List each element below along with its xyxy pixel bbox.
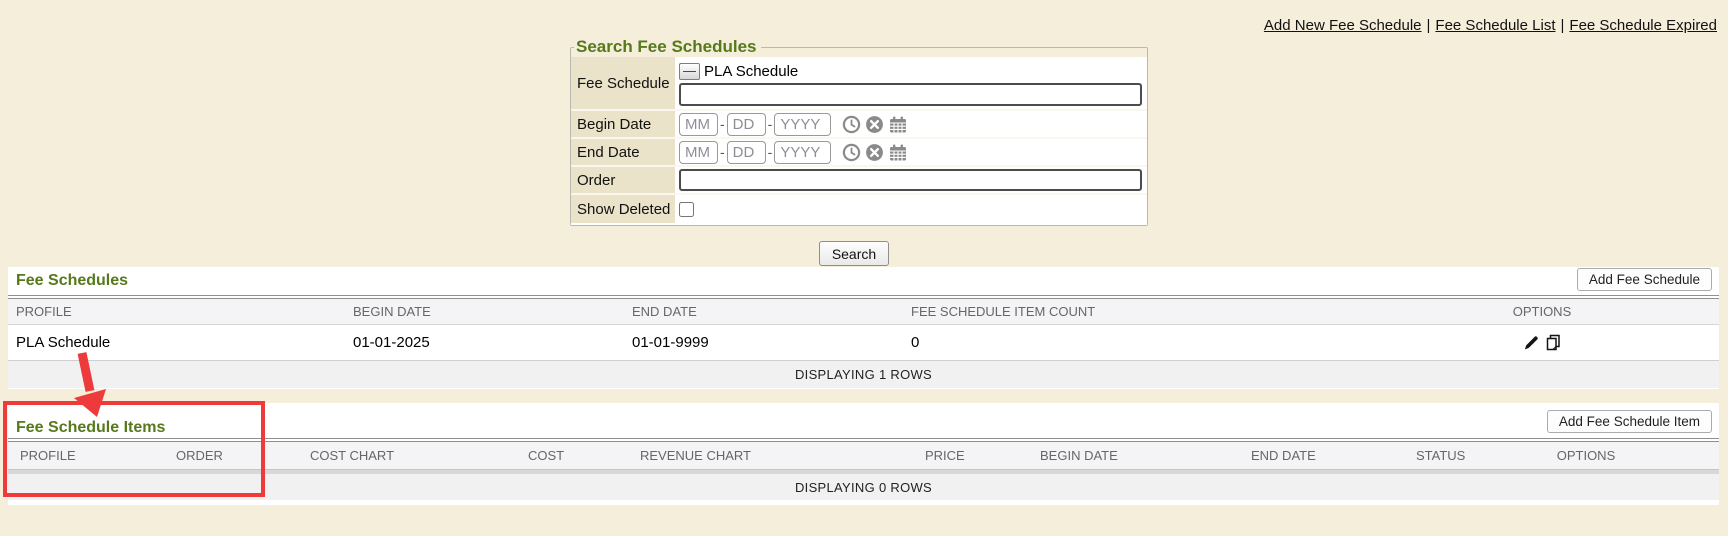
fee-schedule-expired-link[interactable]: Fee Schedule Expired — [1569, 17, 1717, 34]
fee-schedules-panel: Fee Schedules Add Fee Schedule PROFILE B… — [8, 267, 1719, 389]
order-row: Order — [571, 167, 1147, 195]
tree-item-pla-schedule[interactable]: PLA Schedule — [704, 63, 798, 80]
column-header-end-date: END DATE — [632, 299, 911, 324]
column-header-revenue-chart: REVENUE CHART — [640, 442, 925, 469]
row-end-date: 01-01-9999 — [632, 325, 911, 360]
clock-icon[interactable] — [842, 143, 861, 162]
order-label: Order — [571, 167, 675, 193]
add-fee-schedule-button[interactable]: Add Fee Schedule — [1577, 268, 1712, 291]
tree-collapse-icon[interactable]: — — [679, 63, 700, 80]
edit-pencil-icon[interactable] — [1522, 333, 1541, 352]
column-header-profile: PROFILE — [8, 299, 353, 324]
end-date-year-input[interactable] — [774, 141, 831, 164]
date-separator: - — [768, 116, 773, 132]
column-header-options: OPTIONS — [1407, 299, 1677, 324]
order-input[interactable] — [679, 169, 1142, 191]
fee-schedules-title: Fee Schedules — [8, 272, 128, 290]
begin-date-label: Begin Date — [571, 111, 675, 137]
end-date-label: End Date — [571, 139, 675, 165]
calendar-icon[interactable] — [888, 115, 908, 134]
search-form-title: Search Fee Schedules — [574, 37, 761, 57]
add-new-fee-schedule-link[interactable]: Add New Fee Schedule — [1264, 17, 1422, 34]
show-deleted-row: Show Deleted — [571, 195, 1147, 223]
search-button[interactable]: Search — [819, 241, 889, 266]
date-separator: - — [768, 144, 773, 160]
end-date-row: End Date - - — [571, 139, 1147, 167]
clock-icon[interactable] — [842, 115, 861, 134]
fee-schedule-list-link[interactable]: Fee Schedule List — [1435, 17, 1555, 34]
column-header-item-count: FEE SCHEDULE ITEM COUNT — [911, 299, 1407, 324]
fee-schedule-items-panel: Fee Schedule Items Add Fee Schedule Item… — [8, 403, 1719, 505]
calendar-icon[interactable] — [888, 143, 908, 162]
begin-date-year-input[interactable] — [774, 113, 831, 136]
nav-separator: | — [1556, 17, 1570, 34]
date-separator: - — [720, 116, 725, 132]
column-header-cost-chart: COST CHART — [310, 442, 528, 469]
clear-date-icon[interactable] — [865, 143, 884, 162]
panel-strip — [8, 500, 1719, 505]
end-date-month-input[interactable] — [679, 141, 718, 164]
fee-schedule-items-footer: DISPLAYING 0 ROWS — [8, 474, 1719, 500]
begin-date-row: Begin Date - - — [571, 111, 1147, 139]
copy-icon[interactable] — [1544, 333, 1563, 352]
fee-schedules-footer: DISPLAYING 1 ROWS — [8, 361, 1719, 388]
add-fee-schedule-item-button[interactable]: Add Fee Schedule Item — [1547, 410, 1712, 433]
begin-date-day-input[interactable] — [727, 113, 766, 136]
begin-date-month-input[interactable] — [679, 113, 718, 136]
fee-schedule-items-header-row: PROFILE ORDER COST CHART COST REVENUE CH… — [8, 442, 1719, 469]
show-deleted-checkbox[interactable] — [679, 202, 694, 217]
fee-schedule-table-row: PLA Schedule 01-01-2025 01-01-9999 0 — [8, 325, 1719, 361]
column-header-order: ORDER — [176, 442, 310, 469]
date-separator: - — [720, 144, 725, 160]
top-nav: Add New Fee Schedule|Fee Schedule List|F… — [1264, 17, 1717, 34]
column-header-price: PRICE — [925, 442, 1040, 469]
column-header-end-date: END DATE — [1251, 442, 1416, 469]
clear-date-icon[interactable] — [865, 115, 884, 134]
row-begin-date: 01-01-2025 — [353, 325, 632, 360]
row-item-count: 0 — [911, 325, 1407, 360]
nav-separator: | — [1422, 17, 1436, 34]
column-header-options: OPTIONS — [1506, 442, 1666, 469]
show-deleted-label: Show Deleted — [571, 195, 675, 223]
fee-schedule-label: Fee Schedule — [571, 57, 675, 109]
column-header-status: STATUS — [1416, 442, 1506, 469]
column-header-begin-date: BEGIN DATE — [1040, 442, 1251, 469]
column-header-begin-date: BEGIN DATE — [353, 299, 632, 324]
fee-schedule-row: Fee Schedule — PLA Schedule — [571, 57, 1147, 111]
row-profile: PLA Schedule — [8, 325, 353, 360]
column-header-cost: COST — [528, 442, 640, 469]
column-header-profile: PROFILE — [8, 442, 176, 469]
fee-schedule-page: { "colors": { "accent_green": "#567a1b",… — [0, 0, 1728, 536]
end-date-day-input[interactable] — [727, 141, 766, 164]
search-fee-schedules-form: Search Fee Schedules Fee Schedule — PLA … — [570, 37, 1148, 226]
fee-schedule-search-input[interactable] — [679, 83, 1142, 106]
fee-schedule-items-title: Fee Schedule Items — [8, 419, 165, 437]
fee-schedules-header-row: PROFILE BEGIN DATE END DATE FEE SCHEDULE… — [8, 299, 1719, 325]
